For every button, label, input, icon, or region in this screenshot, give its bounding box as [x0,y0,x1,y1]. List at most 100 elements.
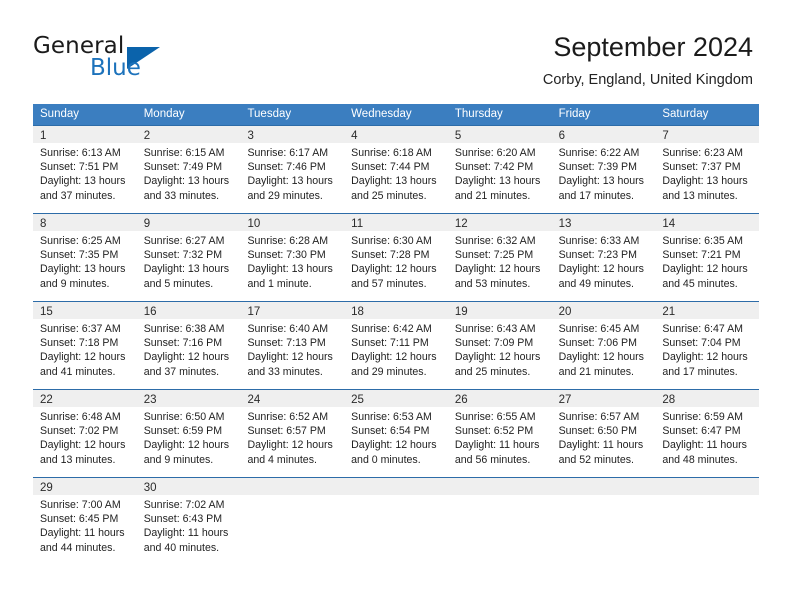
sunrise-text: Sunrise: 6:43 AM [454,323,536,335]
day-number-band: 17 [240,302,345,319]
day-cell-empty [551,478,656,565]
sunset-text: Sunset: 7:28 PM [351,249,430,262]
daylight-text-line1: Daylight: 12 hours [143,351,230,364]
daylight-text-line1: Daylight: 12 hours [40,439,126,452]
day-cell[interactable]: 2 Sunrise: 6:15 AM Sunset: 7:49 PM Daylight… [136,126,241,213]
day-cell[interactable]: 29 Sunrise: 7:00 AM Sunset: 6:45 PM Dayligh… [33,478,137,565]
day-number-band: 23 [136,390,241,407]
day-cell[interactable]: 28 Sunrise: 6:59 AM Sunset: 6:47 PM Dayligh… [655,390,760,477]
daylight-text-line2: and 5 minutes. [143,277,214,290]
day-number-band: 9 [136,214,241,231]
day-number: 14 [662,218,676,230]
day-cell[interactable]: 25 Sunrise: 6:53 AM Sunset: 6:54 PM Dayligh… [344,390,448,477]
day-cell[interactable]: 19 Sunrise: 6:43 AM Sunset: 7:09 PM Dayligh… [447,302,552,389]
day-cell[interactable]: 22 Sunrise: 6:48 AM Sunset: 7:02 PM Dayligh… [33,390,137,477]
sunset-text: Sunset: 7:06 PM [558,337,637,350]
day-number: 16 [143,306,157,318]
day-cell[interactable]: 15 Sunrise: 6:37 AM Sunset: 7:18 PM Dayligh… [33,302,137,389]
calendar-week-row: 29 Sunrise: 7:00 AM Sunset: 6:45 PM Dayligh… [33,477,760,565]
day-details: Sunrise: 6:55 AM Sunset: 6:52 PM Daylight:… [448,407,552,467]
day-cell[interactable]: 1 Sunrise: 6:13 AM Sunset: 7:51 PM Daylight… [33,126,137,213]
day-cell[interactable]: 18 Sunrise: 6:42 AM Sunset: 7:11 PM Dayligh… [344,302,448,389]
sunrise-text: Sunrise: 7:02 AM [143,499,225,511]
sunrise-text: Sunrise: 6:32 AM [454,235,536,247]
weekday-header-monday: Monday [143,108,185,120]
day-cell[interactable]: 5 Sunrise: 6:20 AM Sunset: 7:42 PM Daylight… [447,126,552,213]
day-cell[interactable]: 20 Sunrise: 6:45 AM Sunset: 7:06 PM Dayligh… [551,302,656,389]
sunrise-text: Sunrise: 6:23 AM [662,147,743,159]
day-cell[interactable]: 7 Sunrise: 6:23 AM Sunset: 7:37 PM Daylight… [655,126,760,213]
day-cell-empty [447,478,552,565]
sunset-text: Sunset: 6:57 PM [247,425,326,438]
day-number-band: 26 [447,390,552,407]
day-details: Sunrise: 6:33 AM Sunset: 7:23 PM Daylight:… [552,231,656,291]
sunrise-text: Sunrise: 6:53 AM [351,411,432,423]
daylight-text-line1: Daylight: 12 hours [351,351,437,364]
day-number: 7 [662,130,669,142]
day-cell[interactable]: 17 Sunrise: 6:40 AM Sunset: 7:13 PM Dayligh… [240,302,345,389]
daylight-text-line2: and 29 minutes. [351,365,427,378]
day-number: 18 [351,306,364,318]
day-cell[interactable]: 13 Sunrise: 6:33 AM Sunset: 7:23 PM Dayligh… [551,214,656,301]
daylight-text-line2: and 13 minutes. [40,453,116,466]
sunrise-text: Sunrise: 6:57 AM [558,411,640,423]
daylight-text-line1: Daylight: 13 hours [143,175,230,188]
sunset-text: Sunset: 7:46 PM [247,161,326,174]
daylight-text-line2: and 9 minutes. [40,277,110,290]
sunset-text: Sunset: 7:37 PM [662,161,741,174]
day-number-band: 16 [136,302,241,319]
day-number: 17 [247,306,261,318]
day-number: 15 [40,306,53,318]
sunrise-text: Sunrise: 6:42 AM [351,323,432,335]
day-number: 20 [558,306,572,318]
day-cell[interactable]: 21 Sunrise: 6:47 AM Sunset: 7:04 PM Dayligh… [655,302,760,389]
day-cell[interactable]: 26 Sunrise: 6:55 AM Sunset: 6:52 PM Dayligh… [447,390,552,477]
day-number: 9 [143,218,151,230]
weekday-header-sunday: Sunday [40,108,80,120]
sunrise-text: Sunrise: 6:22 AM [558,147,640,159]
day-details: Sunrise: 6:35 AM Sunset: 7:21 PM Daylight:… [655,231,759,291]
day-cell[interactable]: 23 Sunrise: 6:50 AM Sunset: 6:59 PM Dayligh… [136,390,241,477]
day-details: Sunrise: 6:15 AM Sunset: 7:49 PM Daylight:… [137,143,241,203]
day-cell[interactable]: 12 Sunrise: 6:32 AM Sunset: 7:25 PM Dayligh… [447,214,552,301]
day-cell[interactable]: 27 Sunrise: 6:57 AM Sunset: 6:50 PM Dayligh… [551,390,656,477]
daylight-text-line1: Daylight: 12 hours [662,351,748,364]
day-cell[interactable]: 4 Sunrise: 6:18 AM Sunset: 7:44 PM Daylight… [344,126,448,213]
sunset-text: Sunset: 6:50 PM [558,425,637,438]
day-cell[interactable]: 10 Sunrise: 6:28 AM Sunset: 7:30 PM Dayligh… [240,214,345,301]
day-cell[interactable]: 9 Sunrise: 6:27 AM Sunset: 7:32 PM Daylight… [136,214,241,301]
day-number-band: 10 [240,214,345,231]
sunrise-text: Sunrise: 6:27 AM [143,235,225,247]
sunset-text: Sunset: 6:52 PM [454,425,534,438]
sunrise-text: Sunrise: 6:35 AM [662,235,743,247]
day-number-band: 7 [655,126,760,143]
sunset-text: Sunset: 7:51 PM [40,161,119,174]
day-cell[interactable]: 11 Sunrise: 6:30 AM Sunset: 7:28 PM Dayligh… [344,214,448,301]
day-cell[interactable]: 8 Sunrise: 6:25 AM Sunset: 7:35 PM Daylight… [33,214,137,301]
day-number-band: 12 [447,214,552,231]
day-details: Sunrise: 6:43 AM Sunset: 7:09 PM Daylight:… [448,319,552,379]
day-cell[interactable]: 30 Sunrise: 7:02 AM Sunset: 6:43 PM Dayligh… [136,478,241,565]
sunset-text: Sunset: 7:35 PM [40,249,119,262]
day-number: 26 [454,394,468,406]
daylight-text-line2: and 17 minutes. [662,365,738,378]
sunrise-text: Sunrise: 6:47 AM [662,323,743,335]
day-cell[interactable]: 3 Sunrise: 6:17 AM Sunset: 7:46 PM Daylight… [240,126,345,213]
daylight-text-line1: Daylight: 11 hours [558,439,644,452]
day-number-band: 18 [344,302,448,319]
day-number: 10 [247,218,261,230]
title-block: September 2024 Corby, England, United Ki… [543,30,753,89]
day-cell[interactable]: 24 Sunrise: 6:52 AM Sunset: 6:57 PM Dayligh… [240,390,345,477]
day-cell[interactable]: 6 Sunrise: 6:22 AM Sunset: 7:39 PM Daylight… [551,126,656,213]
weekday-header-saturday: Saturday [662,108,709,120]
day-details: Sunrise: 6:45 AM Sunset: 7:06 PM Daylight:… [552,319,656,379]
day-cell[interactable]: 14 Sunrise: 6:35 AM Sunset: 7:21 PM Dayligh… [655,214,760,301]
day-cell[interactable]: 16 Sunrise: 6:38 AM Sunset: 7:16 PM Dayligh… [136,302,241,389]
sunset-text: Sunset: 7:44 PM [351,161,430,174]
calendar-weeks: 1 Sunrise: 6:13 AM Sunset: 7:51 PM Daylight… [33,125,760,565]
day-number: 8 [40,218,47,230]
day-details: Sunrise: 6:47 AM Sunset: 7:04 PM Daylight:… [655,319,759,379]
generalblue-logo[interactable]: General Blue [33,33,233,85]
sunrise-text: Sunrise: 6:50 AM [143,411,225,423]
day-number: 13 [558,218,572,230]
